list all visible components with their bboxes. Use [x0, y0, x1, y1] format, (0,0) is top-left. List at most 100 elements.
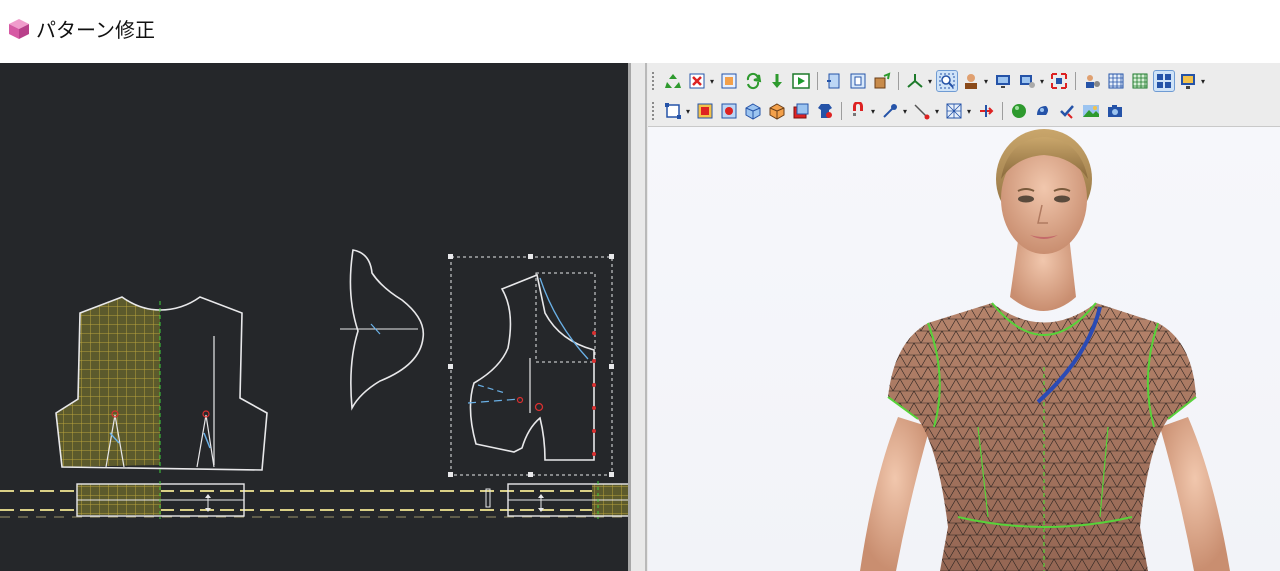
toolbar-row-1: ▾ ▾ ▾ ▾ ▾: [652, 68, 1208, 94]
fabric-button[interactable]: [791, 101, 811, 121]
render-settings-icon: [1020, 75, 1035, 88]
avatar-head: [996, 129, 1092, 254]
dropdown-arrow-icon[interactable]: ▾: [934, 101, 940, 121]
texture-icon: [874, 72, 891, 89]
cube-view-icon: [745, 103, 761, 120]
user-settings-icon: [1086, 75, 1100, 88]
waistband-back-pattern[interactable]: [485, 481, 628, 519]
cube-view-button[interactable]: [743, 101, 763, 121]
3d-avatar-view[interactable]: [648, 127, 1280, 571]
monitor-icon: [996, 75, 1010, 88]
display-button[interactable]: [1178, 71, 1198, 91]
pattern-front-button[interactable]: [695, 101, 715, 121]
splitter-edge: [645, 63, 647, 571]
dropdown-arrow-icon[interactable]: ▾: [1200, 71, 1206, 91]
select-box-icon: [665, 103, 681, 119]
texture-button[interactable]: [872, 71, 892, 91]
cube-side-icon: [769, 103, 785, 120]
grid-green-button[interactable]: [1130, 71, 1150, 91]
back-bodice-pattern[interactable]: [448, 254, 614, 477]
dropdown-arrow-icon[interactable]: ▾: [927, 71, 933, 91]
sphere-button[interactable]: [1009, 101, 1029, 121]
splitter-bar: [628, 63, 631, 571]
pin-button[interactable]: [880, 101, 900, 121]
monitor-button[interactable]: [993, 71, 1013, 91]
camera-icon: [1108, 105, 1122, 117]
dropdown-arrow-icon[interactable]: ▾: [685, 101, 691, 121]
avatar-button[interactable]: [961, 71, 981, 91]
shirt-icon: [818, 104, 832, 118]
front-bodice-pattern[interactable]: [55, 293, 268, 473]
check-button[interactable]: [1057, 101, 1077, 121]
toolbar-row-2: ▾ ▾ ▾ ▾ ▾: [652, 98, 1127, 124]
dropdown-arrow-icon[interactable]: ▾: [709, 71, 715, 91]
pin-icon: [883, 104, 897, 118]
grid-table-button[interactable]: [1106, 71, 1126, 91]
arrow-down-button[interactable]: [767, 71, 787, 91]
render-settings-button[interactable]: [1017, 71, 1037, 91]
garment-mesh[interactable]: [887, 302, 1197, 571]
fit-view-button[interactable]: [848, 71, 868, 91]
fullscreen-icon: [1051, 73, 1067, 89]
toolbar-grip[interactable]: [652, 102, 657, 120]
view-splitter[interactable]: [628, 63, 648, 571]
pattern-select-button[interactable]: [719, 71, 739, 91]
pattern-canvas[interactable]: [0, 63, 628, 571]
recycle-icon: [665, 74, 681, 88]
toolbar-separator: [1002, 102, 1003, 120]
needle-icon: [914, 104, 930, 120]
play-simulation-button[interactable]: [791, 71, 811, 91]
mouse-button[interactable]: [1033, 101, 1053, 121]
mesh-icon: [946, 103, 962, 119]
delete-pattern-button[interactable]: [687, 71, 707, 91]
needle-button[interactable]: [912, 101, 932, 121]
toolbar-separator: [841, 102, 842, 120]
select-box-button[interactable]: [663, 101, 683, 121]
arrow-down-icon: [772, 74, 782, 88]
axis-button[interactable]: [905, 71, 925, 91]
title-bar: パターン修正: [0, 0, 1280, 62]
sleeve-pattern[interactable]: [340, 249, 425, 411]
cube-side-button[interactable]: [767, 101, 787, 121]
dropdown-arrow-icon[interactable]: ▾: [870, 101, 876, 121]
pattern-select-icon: [721, 73, 737, 89]
refresh-icon: [746, 72, 762, 90]
display-icon: [1181, 74, 1195, 89]
layout-button[interactable]: [1153, 70, 1175, 92]
magnet-button[interactable]: [848, 101, 868, 121]
mouse-icon: [1037, 106, 1048, 115]
dropdown-arrow-icon[interactable]: ▾: [1039, 71, 1045, 91]
arrow-rotate-button[interactable]: [976, 101, 996, 121]
avatar-icon: [965, 74, 977, 89]
grid-green-icon: [1132, 73, 1148, 89]
landscape-button[interactable]: [1081, 101, 1101, 121]
user-settings-button[interactable]: [1082, 71, 1102, 91]
pattern-back-button[interactable]: [719, 101, 739, 121]
shirt-button[interactable]: [815, 101, 835, 121]
recycle-button[interactable]: [663, 71, 683, 91]
layout-icon: [1157, 74, 1171, 88]
mesh-button[interactable]: [944, 101, 964, 121]
check-icon: [1060, 105, 1074, 119]
dropdown-arrow-icon[interactable]: ▾: [902, 101, 908, 121]
rotate-view-button[interactable]: [824, 71, 844, 91]
refresh-button[interactable]: [743, 71, 763, 91]
toolbar-separator: [898, 72, 899, 90]
camera-button[interactable]: [1105, 101, 1125, 121]
pattern-front-icon: [697, 103, 713, 119]
dropdown-arrow-icon[interactable]: ▾: [966, 101, 972, 121]
fit-view-icon: [850, 73, 866, 89]
fullscreen-button[interactable]: [1049, 71, 1069, 91]
3d-toolbar: ▾ ▾ ▾ ▾ ▾ ▾ ▾ ▾ ▾ ▾: [648, 63, 1280, 127]
pattern-2d-view[interactable]: [0, 63, 628, 571]
magnet-icon: [853, 102, 863, 116]
zoom-window-button[interactable]: [936, 70, 958, 92]
waistband-pattern[interactable]: [76, 481, 245, 519]
delete-pattern-icon: [689, 73, 705, 89]
play-simulation-icon: [792, 73, 810, 89]
dropdown-arrow-icon[interactable]: ▾: [983, 71, 989, 91]
window-title: パターン修正: [36, 18, 155, 42]
toolbar-grip[interactable]: [652, 72, 657, 90]
avatar-canvas[interactable]: [648, 127, 1280, 571]
toolbar-separator: [1075, 72, 1076, 90]
